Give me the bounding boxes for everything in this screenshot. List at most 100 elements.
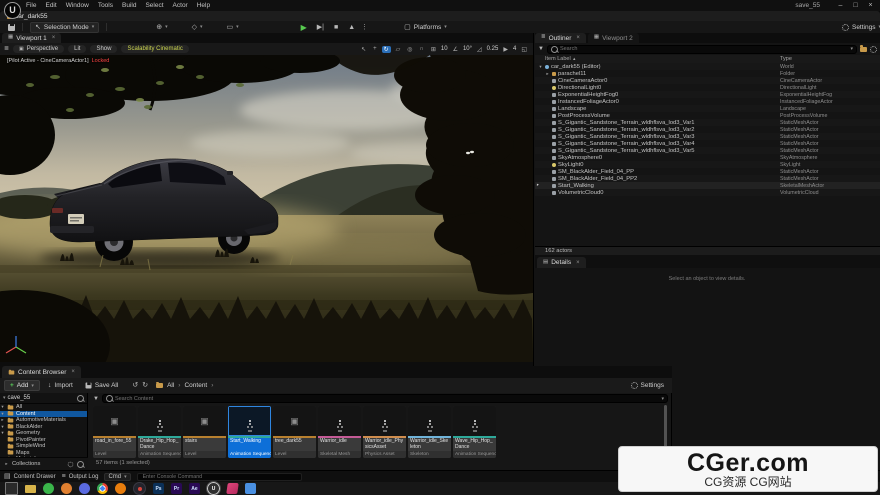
- play-options-icon[interactable]: ⋮: [361, 23, 368, 31]
- filter-icon[interactable]: ▼: [538, 46, 544, 52]
- menu-edit[interactable]: Edit: [45, 2, 56, 9]
- unreal-icon[interactable]: U: [207, 482, 220, 495]
- expand-arrow-icon[interactable]: ▾: [0, 424, 5, 430]
- surface-snap-icon[interactable]: ∩: [418, 46, 426, 52]
- save-icon[interactable]: [8, 24, 15, 31]
- outliner-row[interactable]: S_Gigantic_Sandstone_Terrain_wldhflsva_l…: [535, 140, 880, 147]
- new-folder-icon[interactable]: [860, 47, 867, 52]
- tab-content-browser[interactable]: Content Browser ×: [2, 366, 81, 378]
- expand-arrow-icon[interactable]: ▸: [0, 417, 5, 423]
- select-tool-icon[interactable]: ↖: [359, 46, 368, 53]
- expand-arrow-icon[interactable]: ▸: [545, 71, 550, 77]
- blueprints-button[interactable]: ◇▾: [188, 23, 207, 32]
- Warrior_idle_PhysicsAsset[interactable]: Warrior_idle_PhysicsAsset Physics Asset: [363, 406, 406, 458]
- pink-app-icon[interactable]: [226, 483, 239, 494]
- breadcrumb-content[interactable]: Content: [184, 382, 207, 389]
- chrome-icon[interactable]: [97, 483, 108, 494]
- file-explorer-icon[interactable]: [25, 485, 36, 493]
- collections-bar[interactable]: ▸Collections: [0, 457, 88, 470]
- Wave_Hip_Hop_Dance[interactable]: Wave_Hip_Hop_Dance Animation Sequence: [453, 406, 496, 458]
- outliner-row[interactable]: Start_Walking SkeletalMeshActor: [535, 182, 880, 189]
- grid-snap-icon[interactable]: ⊞: [429, 46, 438, 53]
- outliner-row[interactable]: VolumetricCloud0 VolumetricCloud: [535, 189, 880, 196]
- move-tool-icon[interactable]: +: [371, 46, 379, 52]
- outliner-settings-icon[interactable]: [870, 46, 877, 53]
- search-icon[interactable]: [77, 395, 84, 402]
- premiere-icon[interactable]: Pr: [171, 483, 182, 494]
- rotate-tool-icon[interactable]: ↻: [382, 46, 391, 53]
- menu-select[interactable]: Select: [145, 2, 163, 9]
- photoshop-icon[interactable]: Ps: [153, 483, 164, 494]
- menu-help[interactable]: Help: [197, 2, 210, 9]
- column-type[interactable]: Type: [780, 56, 880, 62]
- menu-tools[interactable]: Tools: [98, 2, 113, 9]
- outliner-row[interactable]: ▾ car_dark55 (Editor) World: [535, 63, 880, 70]
- stop-button[interactable]: ■: [330, 23, 342, 32]
- outliner-row[interactable]: S_Gigantic_Sandstone_Terrain_wldhflsva_l…: [535, 147, 880, 154]
- start-icon[interactable]: [5, 482, 18, 495]
- asset-search[interactable]: ▾: [102, 394, 668, 403]
- close-tab-icon[interactable]: ×: [576, 35, 580, 41]
- outliner-row[interactable]: SM_BlackAlder_Field_04_PP StaticMeshActo…: [535, 168, 880, 175]
- scalability-warning-pill[interactable]: Scalability Cinematic: [121, 45, 188, 53]
- quick-add-button[interactable]: ⊕▾: [152, 23, 171, 32]
- console-command-field[interactable]: [137, 473, 302, 481]
- close-button[interactable]: ×: [863, 2, 878, 9]
- road_in_fore_55[interactable]: road_in_fore_55 Level: [93, 406, 136, 458]
- outliner-search[interactable]: ▾: [547, 45, 857, 54]
- tab-viewport-2[interactable]: ▦ Viewport 2: [588, 33, 639, 43]
- grid-snap-value[interactable]: 10: [441, 46, 448, 52]
- outliner-row[interactable]: ExponentialHeightFog0 ExponentialHeightF…: [535, 91, 880, 98]
- orange-app-icon[interactable]: [61, 483, 72, 494]
- outliner-search-input[interactable]: [560, 46, 849, 52]
- cb-settings-button[interactable]: Settings: [627, 381, 669, 390]
- import-button[interactable]: ↓ Import: [44, 381, 77, 390]
- menu-file[interactable]: File: [26, 2, 36, 9]
- view-mode-dropdown[interactable]: Lit: [68, 45, 86, 53]
- filter-icon[interactable]: ▼: [93, 396, 99, 402]
- forward-icon[interactable]: ↻: [142, 382, 148, 389]
- after-effects-icon[interactable]: Ae: [189, 483, 200, 494]
- close-tab-icon[interactable]: ×: [52, 35, 56, 41]
- camera-speed-icon[interactable]: ▶: [501, 46, 510, 53]
- platforms-button[interactable]: ▢ Platforms ▾: [400, 23, 451, 32]
- outliner-row[interactable]: S_Gigantic_Sandstone_Terrain_wldhflsva_l…: [535, 126, 880, 133]
- settings-button[interactable]: Settings ▾: [838, 23, 880, 32]
- chevron-down-icon[interactable]: ▾: [661, 396, 664, 402]
- record-app-icon[interactable]: [133, 482, 146, 495]
- close-tab-icon[interactable]: ×: [576, 260, 580, 266]
- tab-outliner[interactable]: ≣ Outliner ×: [535, 33, 586, 43]
- outliner-row[interactable]: PostProcessVolume PostProcessVolume: [535, 112, 880, 119]
- outliner-row[interactable]: Landscape Landscape: [535, 105, 880, 112]
- cmd-dropdown[interactable]: Cmd▾: [104, 473, 130, 481]
- scale-snap-value[interactable]: 0.25: [487, 46, 499, 52]
- outliner-row[interactable]: SM_BlackAlder_Field_04_PP2 StaticMeshAct…: [535, 175, 880, 182]
- collections-settings-icon[interactable]: [68, 461, 74, 467]
- outliner-row[interactable]: S_Gigantic_Sandstone_Terrain_wldhflsva_l…: [535, 119, 880, 126]
- outliner-row[interactable]: ▸ parachel11 Folder: [535, 70, 880, 77]
- menu-build[interactable]: Build: [122, 2, 136, 9]
- outliner-row[interactable]: InstancedFoliageActor0 InstancedFoliageA…: [535, 98, 880, 105]
- show-dropdown[interactable]: Show: [90, 45, 117, 53]
- save-all-button[interactable]: Save All: [81, 381, 123, 390]
- asset-tab-car-dark55[interactable]: car_dark55: [0, 11, 880, 21]
- viewport-scene[interactable]: [0, 55, 533, 362]
- asset-search-input[interactable]: [115, 396, 660, 402]
- source-selector[interactable]: ▾cave_55: [0, 393, 87, 404]
- rotation-snap-value[interactable]: 10°: [463, 46, 472, 52]
- maximize-button[interactable]: □: [848, 2, 863, 9]
- expand-arrow-icon[interactable]: ▾: [538, 64, 543, 70]
- blender-icon[interactable]: [115, 483, 126, 494]
- Drake_Hip_Hop_Dance[interactable]: Drake_Hip_Hop_Dance Animation Sequence: [138, 406, 181, 458]
- scale-tool-icon[interactable]: ▱: [394, 46, 403, 53]
- back-icon[interactable]: ↺: [132, 382, 138, 389]
- outliner-row[interactable]: DirectionalLight0 DirectionalLight: [535, 84, 880, 91]
- minimize-button[interactable]: –: [833, 2, 848, 9]
- tree_dark55[interactable]: tree_dark55 Level: [273, 406, 316, 458]
- play-button[interactable]: ▶: [297, 22, 311, 33]
- editor-mode-select[interactable]: ↖ Selection Mode ▾: [30, 22, 99, 33]
- column-item-label[interactable]: Item Label ▲: [535, 56, 780, 62]
- camera-speed-value[interactable]: 4: [513, 46, 516, 52]
- purple-app-icon[interactable]: [79, 483, 90, 494]
- outliner-row[interactable]: S_Gigantic_Sandstone_Terrain_wldhflsva_l…: [535, 133, 880, 140]
